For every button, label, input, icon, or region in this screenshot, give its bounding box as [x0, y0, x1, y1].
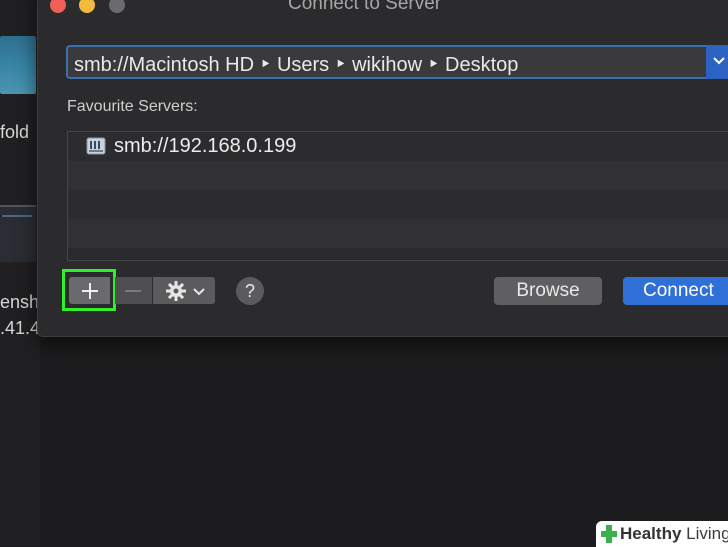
actions-menu-button[interactable]	[153, 277, 215, 304]
gear-icon	[166, 281, 186, 301]
watermark-brand-suffix: Living	[686, 524, 728, 543]
plus-icon	[82, 283, 98, 299]
favourite-servers-label: Favourite Servers:	[67, 98, 198, 115]
background-thumbnail-screenshot	[0, 205, 36, 262]
connect-to-server-dialog: Connect to Server smb://Macintosh HD ‣ U…	[37, 0, 728, 337]
server-list-item[interactable]: smb://192.168.0.199	[68, 132, 728, 161]
add-favourite-button[interactable]	[69, 277, 110, 304]
empty-list-row	[68, 190, 728, 219]
empty-list-row	[68, 219, 728, 248]
address-history-dropdown[interactable]	[706, 45, 728, 79]
background-window: fold ensh .41.4	[0, 0, 40, 546]
chevron-down-icon	[193, 288, 205, 296]
watermark-text: Healthy Living	[620, 524, 728, 544]
server-list-item-label: smb://192.168.0.199	[114, 135, 297, 157]
browse-button[interactable]: Browse	[494, 277, 602, 305]
empty-list-row	[68, 161, 728, 190]
minus-icon	[125, 290, 141, 292]
remove-favourite-button[interactable]	[115, 277, 152, 304]
background-text: ensh	[0, 292, 40, 312]
title-bar: Connect to Server	[38, 0, 728, 21]
server-icon	[86, 137, 106, 155]
help-button[interactable]: ?	[236, 277, 264, 305]
background-text: fold	[0, 122, 30, 142]
window-title: Connect to Server	[288, 0, 442, 14]
plus-cross-logo-icon	[601, 525, 617, 543]
close-window-button[interactable]	[50, 0, 66, 13]
connect-button[interactable]: Connect	[623, 277, 728, 305]
background-thumbnail	[0, 36, 36, 94]
watermark-brand: Healthy	[620, 524, 682, 543]
zoom-window-button[interactable]	[109, 0, 125, 13]
chevron-down-icon	[713, 57, 725, 65]
favourite-servers-list[interactable]: smb://192.168.0.199	[67, 131, 728, 261]
watermark-badge: Healthy Living	[596, 521, 728, 547]
minimize-window-button[interactable]	[79, 0, 95, 13]
server-address-value[interactable]: smb://Macintosh HD ‣ Users ‣ wikihow ‣ D…	[74, 52, 518, 77]
background-text: .41.4	[0, 318, 41, 338]
server-address-field[interactable]: smb://Macintosh HD ‣ Users ‣ wikihow ‣ D…	[66, 45, 728, 79]
